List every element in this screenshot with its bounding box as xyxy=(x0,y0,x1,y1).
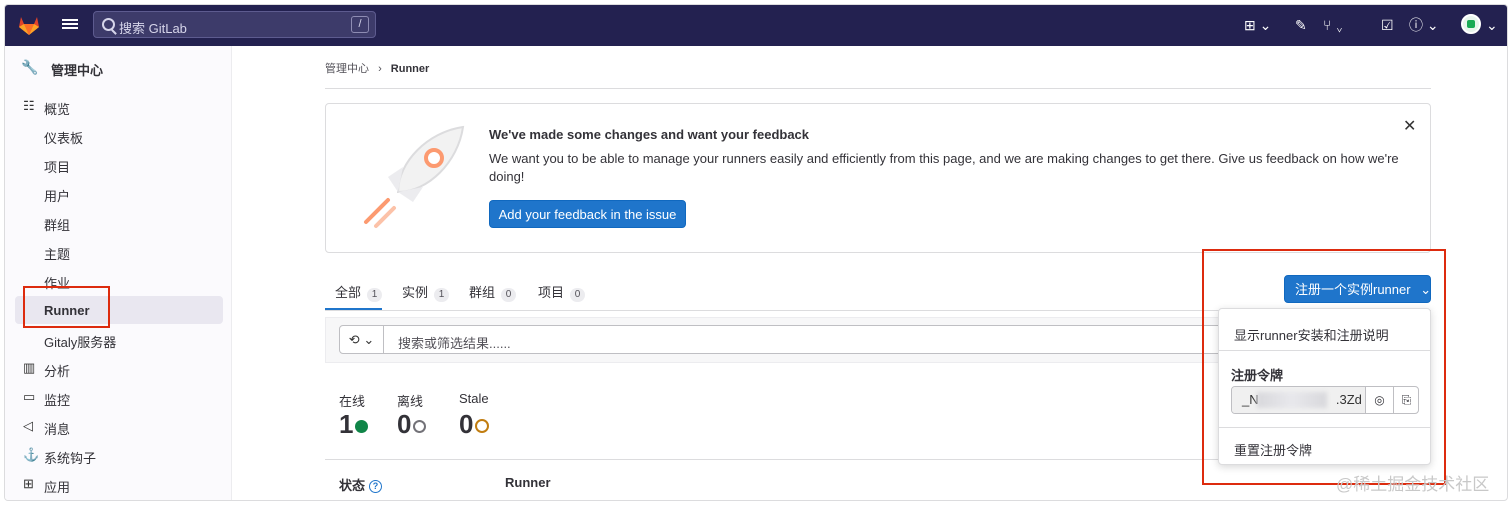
sidebar-item-groups[interactable]: 群组 xyxy=(15,208,223,236)
online-status-icon xyxy=(355,419,369,433)
tab-label: 项目 xyxy=(538,285,565,300)
breadcrumb-separator: › xyxy=(378,63,382,75)
tab-label: 群组 xyxy=(469,285,496,300)
stat-label: 在线 xyxy=(339,394,366,409)
breadcrumb-current: Runner xyxy=(390,63,430,75)
close-icon[interactable]: ✕ xyxy=(1403,116,1416,136)
banner-title: We've made some changes and want your fe… xyxy=(489,127,810,142)
search-placeholder: 搜索 GitLab xyxy=(119,21,187,36)
sidebar-item-label: 仪表板 xyxy=(44,131,84,146)
tab-count-badge: 0 xyxy=(570,288,586,302)
banner-description: We want you to be able to manage your ru… xyxy=(489,151,1399,184)
sidebar-item-analytics[interactable]: ▥ 分析 xyxy=(15,354,223,382)
sidebar-item-label: 分析 xyxy=(44,364,71,379)
sidebar-item-label: 群组 xyxy=(44,218,71,233)
chevron-down-icon: ⌄ xyxy=(363,332,375,347)
sidebar-item-system-hooks[interactable]: ⚓ 系统钩子 xyxy=(15,441,223,469)
stat-value: 1 xyxy=(339,409,354,439)
stat-offline: 离线 0 xyxy=(397,391,427,439)
sidebar-item-applications[interactable]: ⊞ 应用 xyxy=(15,470,223,498)
table-header-runner: Runner xyxy=(505,475,551,490)
tab-group[interactable]: 群组 0 xyxy=(469,282,517,302)
chevron-down-icon[interactable]: ⌄ xyxy=(1486,16,1498,34)
avatar[interactable] xyxy=(1461,14,1481,34)
watermark: @稀土掘金技术社区 xyxy=(1336,475,1490,494)
sidebar: 🔧 管理中心 ☷ 概览 仪表板 项目 用户 群组 主题 作业 Runner Gi… xyxy=(5,46,232,500)
app-frame: 搜索 GitLab / ⊞ ⌄ ✎ ⑂ ⌄ ☑ ⓘ ⌄ ⌄ 🔧 管理中心 ☷ 概… xyxy=(4,4,1508,501)
help-icon[interactable]: ? xyxy=(369,480,383,494)
offline-status-icon xyxy=(413,419,427,433)
stat-value: 0 xyxy=(459,409,474,439)
tab-count-badge: 0 xyxy=(501,288,517,302)
stat-value: 0 xyxy=(397,409,412,439)
sidebar-item-label: 用户 xyxy=(44,189,71,204)
search-shortcut: / xyxy=(351,16,369,33)
todos-icon[interactable]: ☑ xyxy=(1381,16,1394,34)
sidebar-item-label: 消息 xyxy=(44,422,71,437)
sidebar-item-projects[interactable]: 项目 xyxy=(15,150,223,178)
overview-icon: ☷ xyxy=(23,98,35,113)
help-icon[interactable]: ⓘ ⌄ xyxy=(1409,16,1439,34)
applications-icon: ⊞ xyxy=(23,476,34,491)
stale-status-icon xyxy=(475,419,490,434)
top-bar: 搜索 GitLab / ⊞ ⌄ ✎ ⑂ ⌄ ☑ ⓘ ⌄ ⌄ xyxy=(5,5,1507,46)
sidebar-item-label: 监控 xyxy=(44,393,71,408)
rocket-illustration-icon xyxy=(364,125,465,228)
sidebar-item-gitaly[interactable]: Gitaly服务器 xyxy=(15,325,223,353)
sidebar-item-label: 应用 xyxy=(44,480,71,495)
merge-requests-icon[interactable]: ⑂ ⌄ xyxy=(1323,16,1344,34)
gitlab-logo-icon[interactable] xyxy=(17,14,41,36)
divider xyxy=(325,88,1431,89)
sidebar-item-label: 系统钩子 xyxy=(44,451,97,466)
issues-icon[interactable]: ✎ xyxy=(1295,16,1307,34)
stat-online: 在线 1 xyxy=(339,391,369,439)
tab-project[interactable]: 项目 0 xyxy=(538,282,586,302)
search-input[interactable]: 搜索 GitLab / xyxy=(93,11,376,38)
highlight-box-register xyxy=(1202,249,1446,485)
tab-count-badge: 1 xyxy=(367,288,383,302)
filter-bar[interactable]: ⟲ ⌄ 搜索或筛选结果...... xyxy=(339,325,1239,354)
sidebar-item-messages[interactable]: ◁ 消息 xyxy=(15,412,223,440)
tab-all[interactable]: 全部 1 xyxy=(335,282,383,302)
analytics-icon: ▥ xyxy=(23,360,36,375)
breadcrumb: 管理中心 › Runner xyxy=(325,60,429,76)
sidebar-item-label: 项目 xyxy=(44,160,71,175)
search-icon xyxy=(102,18,115,31)
sidebar-item-label: Gitaly服务器 xyxy=(44,335,117,350)
sidebar-item-label: 主题 xyxy=(44,247,71,262)
tab-count-badge: 1 xyxy=(434,288,450,302)
table-header-status: 状态? xyxy=(339,475,383,494)
tab-label: 全部 xyxy=(335,285,362,300)
messages-icon: ◁ xyxy=(23,418,33,433)
history-icon: ⟲ xyxy=(348,332,360,347)
history-dropdown[interactable]: ⟲ ⌄ xyxy=(340,326,384,353)
feedback-banner: We've made some changes and want your fe… xyxy=(325,103,1431,253)
monitor-icon: ▭ xyxy=(23,389,36,404)
sidebar-item-dashboard[interactable]: 仪表板 xyxy=(15,121,223,149)
sidebar-title: 管理中心 xyxy=(51,63,104,78)
new-item-icon[interactable]: ⊞ ⌄ xyxy=(1244,16,1271,34)
sidebar-item-topics[interactable]: 主题 xyxy=(15,237,223,265)
stat-label: 离线 xyxy=(397,394,424,409)
tab-label: 实例 xyxy=(402,285,429,300)
sidebar-item-label: 概览 xyxy=(44,102,71,117)
tab-instance[interactable]: 实例 1 xyxy=(402,282,450,302)
menu-icon[interactable] xyxy=(62,17,78,33)
sidebar-item-monitoring[interactable]: ▭ 监控 xyxy=(15,383,223,411)
header-label: 状态 xyxy=(339,478,366,493)
hook-icon: ⚓ xyxy=(23,447,40,462)
wrench-icon: 🔧 xyxy=(21,59,39,75)
highlight-box-runner xyxy=(23,286,110,328)
sidebar-item-overview[interactable]: ☷ 概览 xyxy=(15,92,223,120)
feedback-button[interactable]: Add your feedback in the issue xyxy=(489,200,686,228)
sidebar-item-users[interactable]: 用户 xyxy=(15,179,223,207)
stat-stale: Stale 0 xyxy=(459,391,490,439)
filter-input[interactable]: 搜索或筛选结果...... xyxy=(398,333,511,352)
stat-label: Stale xyxy=(459,391,489,406)
breadcrumb-root[interactable]: 管理中心 xyxy=(325,63,369,75)
